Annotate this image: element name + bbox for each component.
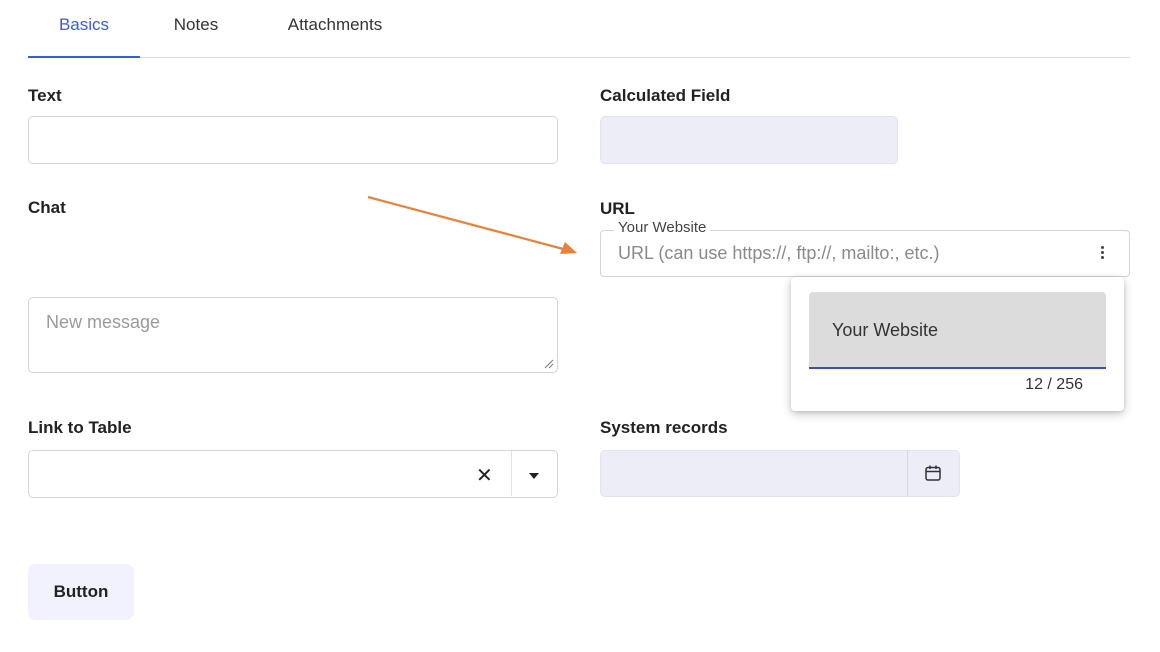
character-counter: 12 / 256 [1025,376,1083,393]
chat-label: Chat [28,198,66,217]
annotation-arrow-icon [367,195,577,254]
url-placeholder: URL (can use https://, ftp://, mailto:, … [618,243,940,263]
tab-notes[interactable]: Notes [160,0,232,57]
date-divider [907,451,908,496]
link-to-table-label: Link to Table [28,418,132,437]
tab-attachments[interactable]: Attachments [270,0,400,57]
select-divider [511,451,512,496]
action-button[interactable]: Button [28,564,134,620]
url-title-popup: Your Website 12 / 256 [791,277,1124,411]
url-title-input[interactable]: Your Website [809,292,1106,369]
calculated-field-input [600,116,898,164]
resize-grip-icon[interactable] [544,359,554,369]
url-legend: Your Website [614,219,711,236]
system-records-label: System records [600,418,728,437]
calendar-icon[interactable] [924,464,942,482]
text-field-label: Text [28,86,62,105]
tab-basics[interactable]: Basics [28,0,140,58]
url-label: URL [600,199,635,218]
close-icon[interactable]: ✕ [476,466,493,486]
more-options-icon[interactable] [1096,244,1108,264]
tab-bar: Basics Notes Attachments [28,0,1130,58]
url-title-value: Your Website [832,320,939,340]
text-input[interactable] [28,116,558,164]
chat-placeholder: New message [46,312,161,332]
system-records-input [600,450,960,497]
calculated-field-label: Calculated Field [600,86,731,105]
caret-down-icon[interactable] [529,473,539,479]
chat-message-textarea[interactable]: New message [28,297,558,373]
